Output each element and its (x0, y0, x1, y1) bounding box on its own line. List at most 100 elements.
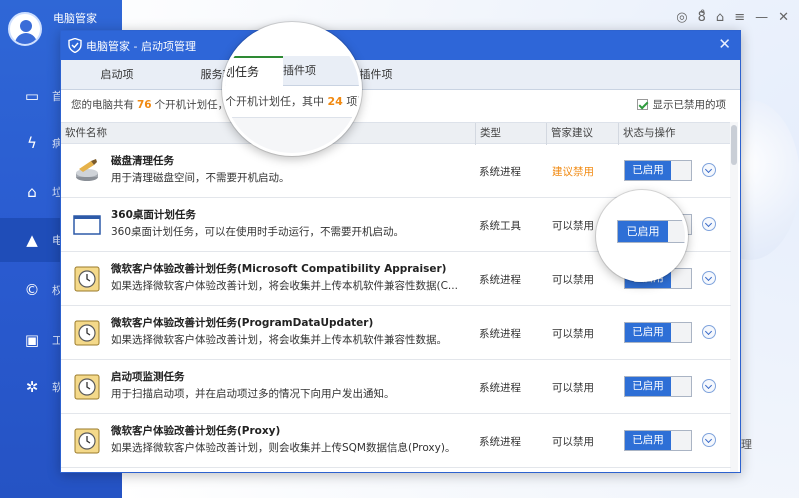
task-description: 用于清理磁盘空间，不需要开机启动。 (111, 172, 290, 184)
magnifier-toggle-highlight: 已启用 (596, 190, 688, 282)
sidebar-item-software[interactable]: ✲ 软 (0, 365, 63, 409)
window-icon (73, 215, 101, 235)
status-toggle[interactable]: 已启用 (624, 160, 692, 181)
chevron-down-icon[interactable] (702, 271, 716, 285)
clock-icon (74, 374, 100, 400)
broom-icon: ⌂ (27, 183, 37, 201)
toolbox-icon: ▣ (24, 331, 40, 349)
shirt-icon[interactable]: ⌂ (716, 10, 724, 25)
table-row[interactable]: 启动项监测任务 用于扫描启动项，并在启动项过多的情况下向用户发出通知。 系统进程… (61, 360, 731, 414)
task-type: 系统进程 (479, 436, 521, 448)
checkbox-checked-icon[interactable] (636, 99, 648, 110)
window-controls: ◎ 8̊ ⌂ ≡ — ✕ (676, 10, 789, 25)
total-count: 76 (137, 99, 152, 111)
status-label: 已启用 (625, 377, 671, 396)
shield-logo-icon (68, 38, 82, 53)
task-type: 系统进程 (479, 166, 521, 178)
sidebar-item-privacy[interactable]: © 权 (0, 268, 64, 312)
task-name: 微软客户体验改善计划任务(Proxy) (111, 425, 281, 437)
avatar[interactable] (8, 12, 42, 46)
zoomed-summary-suffix: 项不需要开机启动 (346, 95, 359, 108)
table-row[interactable]: 微软客户体验改善计划任务(ProgramDataUpdater) 如果选择微软客… (61, 306, 731, 360)
status-label: 已启用 (625, 161, 671, 180)
zoomed-summary: 个开机计划任，其中 24 项不需要开机启动 (225, 93, 359, 109)
lightning-icon: ϟ (27, 134, 37, 152)
task-advice: 建议禁用 (552, 166, 594, 178)
show-disabled-checkbox[interactable]: 显示已禁用的项 (636, 97, 727, 112)
monitor-icon: ▭ (24, 87, 40, 105)
rocket-icon: ▲ (26, 231, 38, 249)
table-row[interactable]: 微软客户体验改善计划任务(Proxy) 如果选择微软客户体验改善计划，则会收集并… (61, 414, 731, 468)
chevron-down-icon[interactable] (702, 379, 716, 393)
menu-icon[interactable]: ≡ (734, 10, 745, 25)
task-advice: 可以禁用 (552, 328, 594, 340)
chevron-down-icon[interactable] (702, 163, 716, 177)
task-type: 系统进程 (479, 274, 521, 286)
user-icon[interactable]: 8̊ (698, 10, 706, 25)
clock-icon (74, 266, 100, 292)
column-header-status: 状态与操作 (618, 123, 676, 145)
background-text: 理 (741, 438, 752, 451)
task-description: 如果选择微软客户体验改善计划，将会收集并上传本机软件兼容性数据(C... (111, 280, 458, 292)
sidebar-item-virus[interactable]: ϟ 病 (0, 121, 63, 165)
tab-startup[interactable]: 启动项 (61, 60, 173, 90)
sidebar-item-speedup[interactable]: ▲ 电 (0, 218, 63, 262)
task-advice: 可以禁用 (552, 220, 594, 232)
scrollbar-thumb[interactable] (731, 125, 737, 165)
task-type: 系统进程 (479, 328, 521, 340)
task-description: 用于扫描启动项，并在启动项过多的情况下向用户发出通知。 (111, 388, 395, 400)
column-header-advice: 管家建议 (546, 123, 593, 145)
chevron-down-icon[interactable] (702, 217, 716, 231)
task-type: 系统进程 (479, 382, 521, 394)
zoomed-tab-scheduled-tasks: 计划任务 (225, 56, 283, 87)
chevron-down-icon[interactable] (702, 433, 716, 447)
disk-cleanup-icon (76, 159, 98, 181)
status-label: 已启用 (625, 431, 671, 450)
task-name: 磁盘清理任务 (111, 155, 174, 167)
close-icon[interactable]: ✕ (778, 10, 789, 25)
sidebar-item-cleanup[interactable]: ⌂ 垃 (0, 170, 63, 214)
task-description: 360桌面计划任务，可以在使用时手动运行，不需要开机启动。 (111, 226, 405, 238)
column-header-type: 类型 (475, 123, 501, 145)
dialog-title: 电脑管家 - 启动项管理 (86, 40, 196, 53)
task-type: 系统工具 (479, 220, 521, 232)
zoomed-table-header (225, 117, 359, 153)
chevron-down-icon[interactable] (702, 325, 716, 339)
scrollbar-track[interactable] (730, 122, 738, 472)
status-toggle[interactable]: 已启用 (624, 376, 692, 397)
zoomed-unneeded-count: 24 (327, 95, 343, 108)
magnifier-tab-highlight: 计划任务 插件项 个开机计划任，其中 24 项不需要开机启动 (222, 22, 362, 156)
zoomed-summary-mid: 个开机计划任，其中 (225, 95, 324, 108)
task-name: 启动项监测任务 (111, 371, 185, 383)
status-toggle[interactable]: 已启用 (624, 430, 692, 451)
tab-bar: 启动项 服务项 计划任务 插件项 (61, 60, 740, 91)
table-header: 软件名称 类型 管家建议 状态与操作 (61, 122, 731, 145)
task-description: 如果选择微软客户体验改善计划，则会收集并上传SQM数据信息(Proxy)。 (111, 442, 456, 454)
zoomed-tab-bar: 计划任务 插件项 (225, 56, 359, 87)
sidebar-item-tools[interactable]: ▣ 工 (0, 318, 63, 362)
zoomed-tab-plugins: 插件项 (283, 64, 316, 77)
clock-icon (74, 320, 100, 346)
summary-prefix: 您的电脑共有 (71, 99, 134, 111)
shield-c-icon: © (24, 281, 40, 299)
minimize-icon[interactable]: — (755, 10, 768, 25)
close-icon[interactable]: ✕ (718, 35, 731, 53)
status-toggle[interactable]: 已启用 (624, 322, 692, 343)
show-disabled-label: 显示已禁用的项 (652, 99, 727, 111)
task-name: 微软客户体验改善计划任务(ProgramDataUpdater) (111, 317, 374, 329)
task-name: 微软客户体验改善计划任务(Microsoft Compatibility App… (111, 263, 447, 275)
task-advice: 可以禁用 (552, 436, 594, 448)
task-advice: 可以禁用 (552, 382, 594, 394)
dialog-titlebar[interactable]: 电脑管家 - 启动项管理 ✕ (61, 31, 740, 60)
clock-icon (74, 428, 100, 454)
skin-icon[interactable]: ◎ (676, 10, 687, 25)
task-description: 如果选择微软客户体验改善计划，将会收集并上传本机软件兼容性数据。 (111, 334, 447, 346)
table-row[interactable]: 磁盘清理任务 用于清理磁盘空间，不需要开机启动。 系统进程 建议禁用 已启用 (61, 144, 731, 198)
app-title: 电脑管家 (53, 12, 97, 25)
status-label: 已启用 (625, 323, 671, 342)
sidebar-item-home[interactable]: ▭ 首 (0, 74, 63, 118)
zoomed-status-label: 已启用 (618, 221, 668, 242)
task-name: 360桌面计划任务 (111, 209, 196, 221)
software-icon: ✲ (25, 378, 39, 396)
zoomed-status-toggle: 已启用 (617, 220, 685, 243)
